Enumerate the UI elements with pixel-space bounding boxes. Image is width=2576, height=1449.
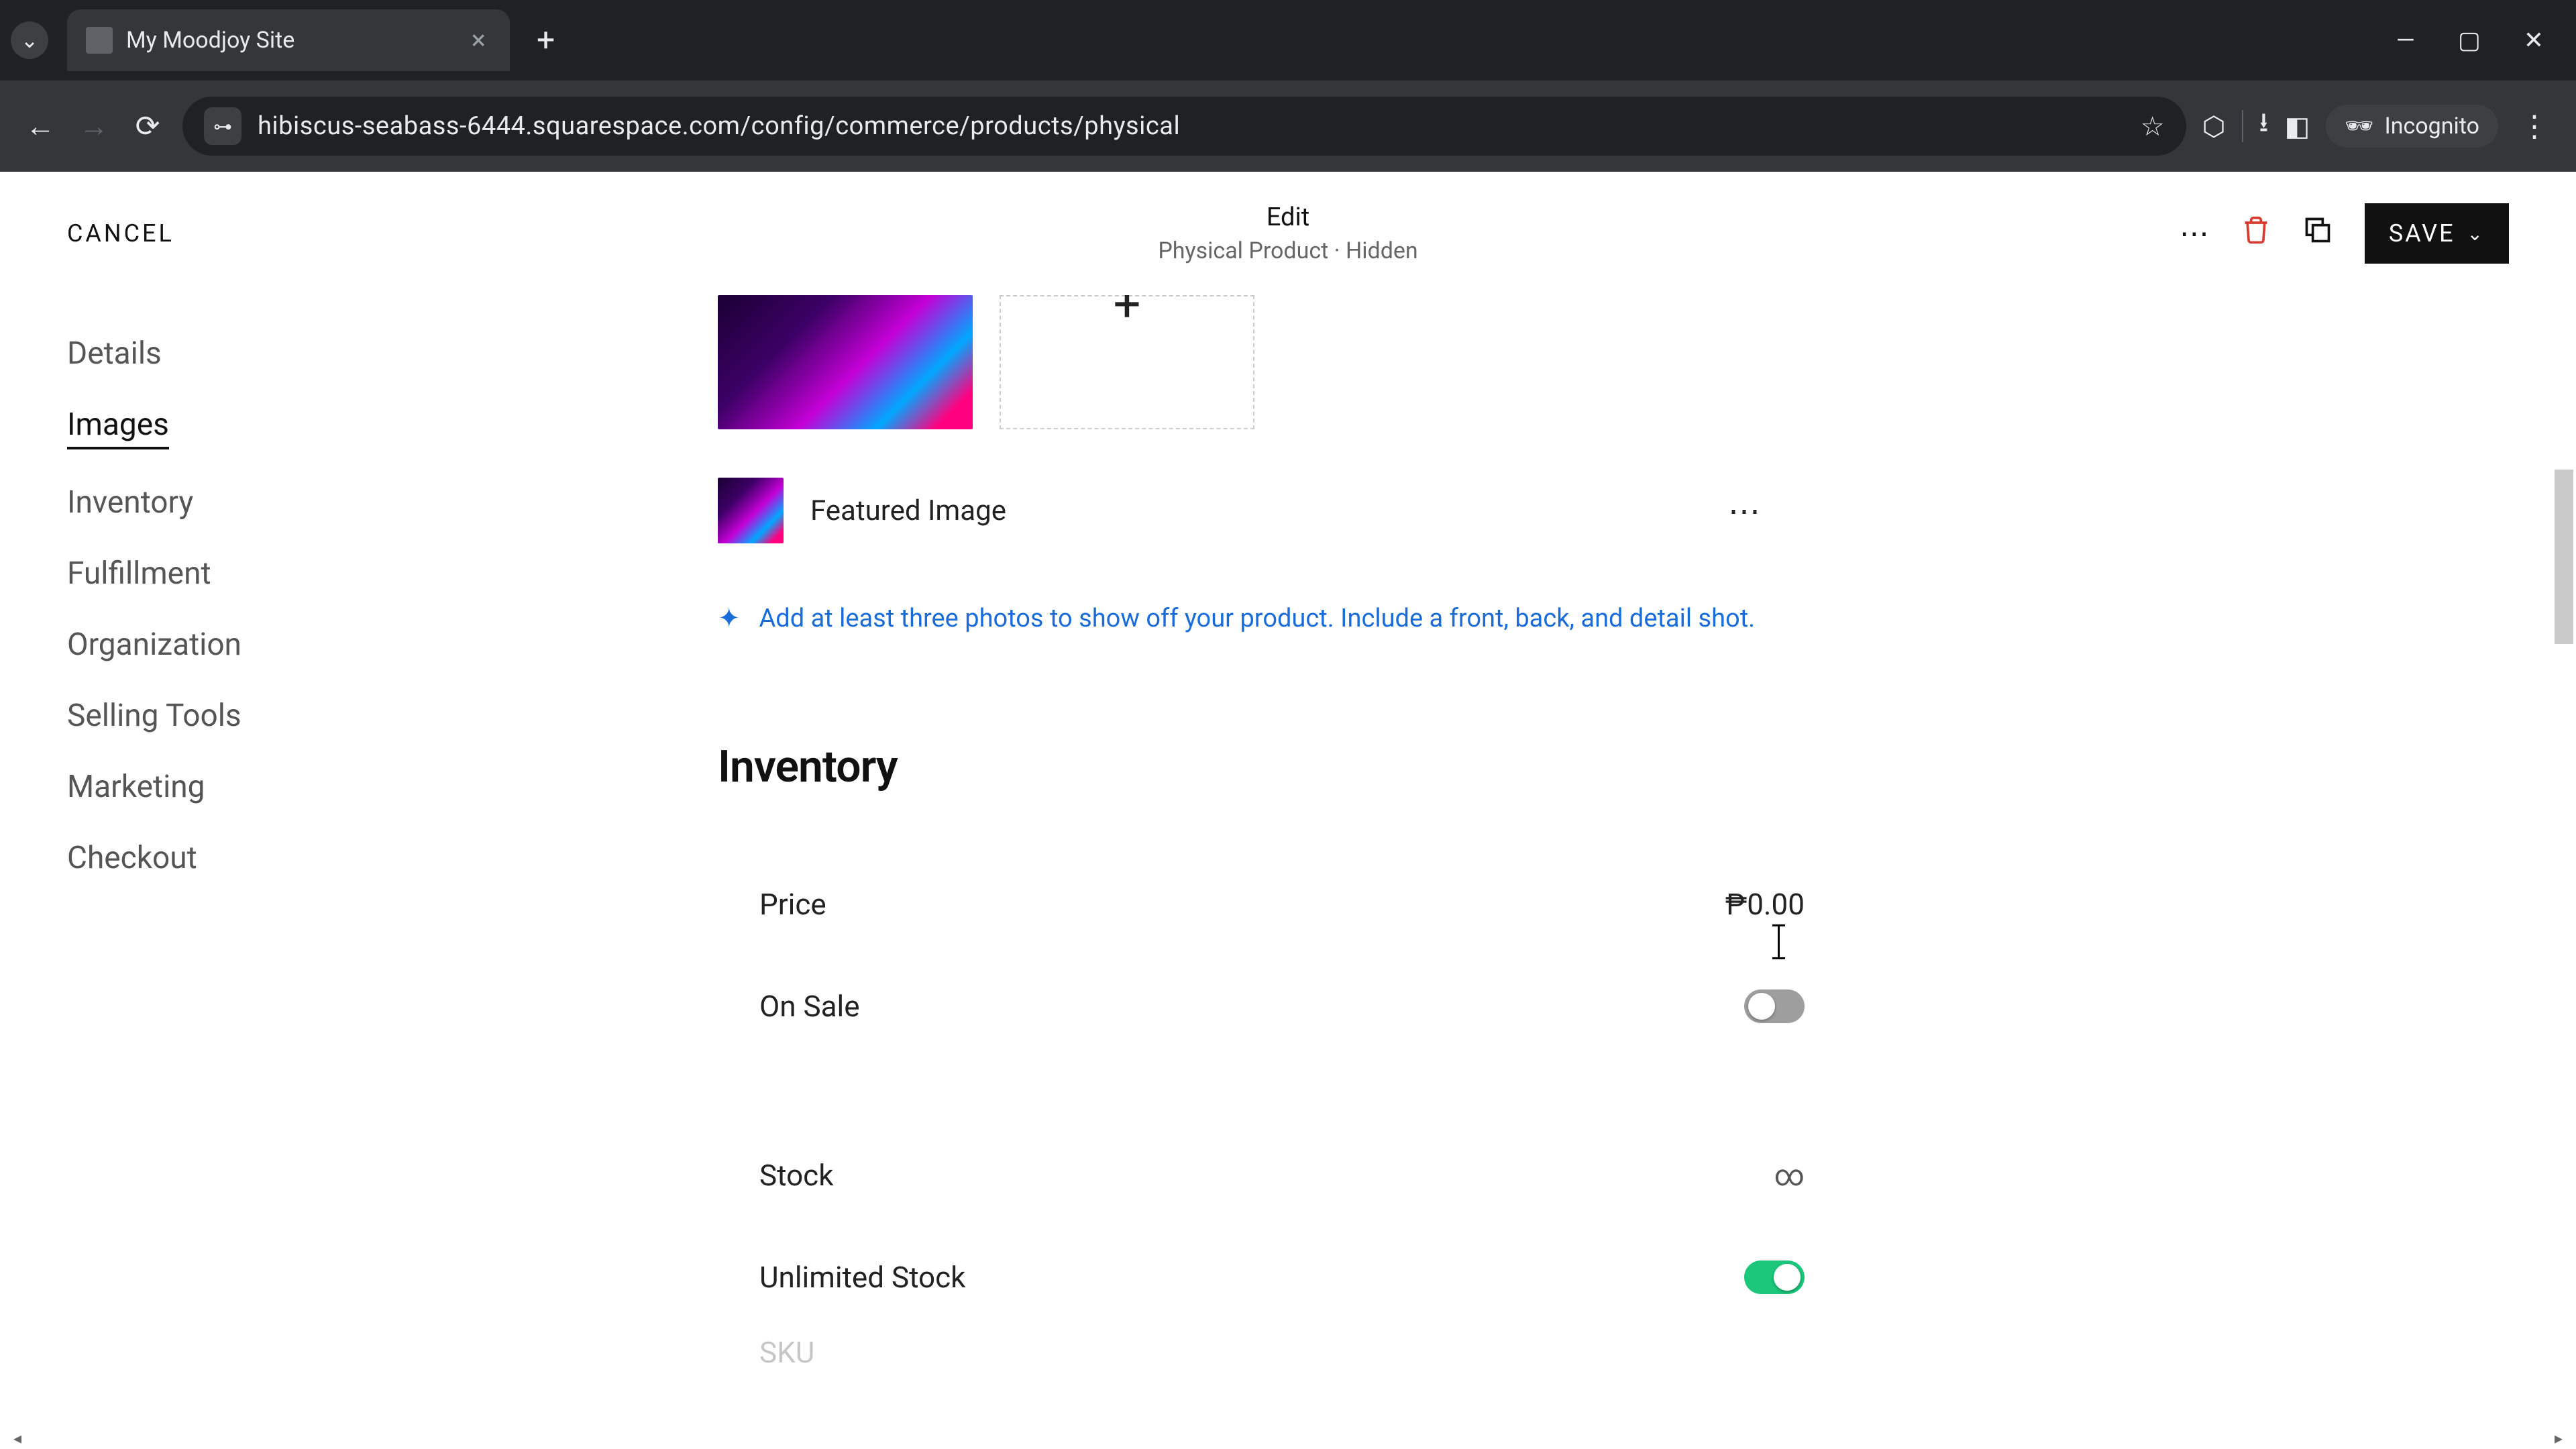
tab-title: My Moodjoy Site bbox=[126, 27, 294, 54]
tab-favicon bbox=[86, 27, 113, 54]
scrollbar-track[interactable] bbox=[2552, 295, 2576, 1428]
stock-label: Stock bbox=[759, 1158, 834, 1193]
sidebar-item-images[interactable]: Images bbox=[67, 407, 169, 449]
bookmark-star-icon[interactable]: ☆ bbox=[2141, 111, 2165, 142]
on-sale-toggle[interactable] bbox=[1744, 989, 1805, 1023]
save-button[interactable]: SAVE ⌄ bbox=[2365, 203, 2509, 264]
browser-chrome: ⌄ My Moodjoy Site × + ― ▢ ✕ ← → ⟳ ⊶ hibi… bbox=[0, 0, 2576, 172]
featured-image-label: Featured Image bbox=[810, 494, 1006, 527]
more-options-icon[interactable]: ⋯ bbox=[2180, 216, 2209, 251]
scrollbar-thumb[interactable] bbox=[2555, 470, 2573, 644]
new-tab-button[interactable]: + bbox=[537, 24, 555, 56]
app-root: CANCEL Edit Physical Product · Hidden ⋯ … bbox=[0, 172, 2576, 1449]
app-body: Details Images Inventory Fulfillment Org… bbox=[0, 295, 2576, 1428]
header-center: Edit Physical Product · Hidden bbox=[1158, 203, 1417, 264]
browser-toolbar: ← → ⟳ ⊶ hibiscus-seabass-6444.squarespac… bbox=[0, 80, 2576, 172]
price-row: Price ₱0.00 bbox=[718, 887, 1805, 922]
chevron-down-icon: ⌄ bbox=[21, 28, 39, 53]
content-area: + Featured Image ⋯ ✦ Add at least three … bbox=[644, 295, 2576, 1428]
incognito-label: Incognito bbox=[2384, 113, 2479, 140]
featured-image-thumb[interactable] bbox=[718, 478, 784, 543]
incognito-indicator[interactable]: 🕶 Incognito bbox=[2326, 105, 2498, 148]
stock-value[interactable]: ∞ bbox=[1774, 1158, 1805, 1193]
back-button[interactable]: ← bbox=[21, 107, 59, 145]
duplicate-icon[interactable] bbox=[2303, 215, 2332, 252]
text-cursor-icon bbox=[1778, 924, 1780, 959]
add-image-button[interactable]: + bbox=[1000, 295, 1254, 429]
tab-close-icon[interactable]: × bbox=[472, 27, 486, 54]
status-right-arrow-icon: ▸ bbox=[2555, 1429, 2563, 1448]
site-info-icon[interactable]: ⊶ bbox=[204, 107, 241, 145]
chevron-down-icon: ⌄ bbox=[2467, 223, 2485, 245]
tab-strip: ⌄ My Moodjoy Site × + ― ▢ ✕ bbox=[0, 0, 2576, 80]
status-bar: ◂ ▸ bbox=[0, 1428, 2576, 1449]
extensions-icon[interactable]: ⬡ bbox=[2202, 111, 2226, 142]
tab-search-dropdown[interactable]: ⌄ bbox=[11, 21, 48, 59]
url-text: hibiscus-seabass-6444.squarespace.com/co… bbox=[258, 111, 1180, 141]
incognito-icon: 🕶 bbox=[2345, 113, 2373, 140]
featured-image-row: Featured Image ⋯ bbox=[718, 478, 1805, 543]
sidebar-item-inventory[interactable]: Inventory bbox=[67, 484, 193, 521]
sku-label-cutoff: SKU bbox=[718, 1335, 1805, 1370]
image-thumbnails: + bbox=[718, 295, 1858, 429]
featured-image-more-icon[interactable]: ⋯ bbox=[1728, 492, 1764, 530]
price-value[interactable]: ₱0.00 bbox=[1725, 887, 1805, 922]
price-label: Price bbox=[759, 887, 826, 922]
reload-button[interactable]: ⟳ bbox=[129, 107, 166, 145]
browser-menu-icon[interactable]: ⋮ bbox=[2514, 109, 2555, 144]
sparkle-icon: ✦ bbox=[718, 602, 741, 634]
forward-button[interactable]: → bbox=[75, 107, 113, 145]
on-sale-label: On Sale bbox=[759, 989, 860, 1024]
sidebar-item-organization[interactable]: Organization bbox=[67, 627, 241, 663]
sidebar-item-fulfillment[interactable]: Fulfillment bbox=[67, 555, 211, 592]
plus-icon: + bbox=[1114, 295, 1141, 329]
app-header: CANCEL Edit Physical Product · Hidden ⋯ … bbox=[0, 172, 2576, 295]
toolbar-separator bbox=[2242, 110, 2243, 142]
sidebar-item-marketing[interactable]: Marketing bbox=[67, 769, 205, 805]
image-hint-text[interactable]: Add at least three photos to show off yo… bbox=[759, 604, 1756, 633]
sidebar-item-checkout[interactable]: Checkout bbox=[67, 840, 197, 876]
header-actions: ⋯ SAVE ⌄ bbox=[2180, 203, 2509, 264]
image-hint: ✦ Add at least three photos to show off … bbox=[718, 602, 1858, 634]
cancel-button[interactable]: CANCEL bbox=[67, 219, 174, 248]
on-sale-row: On Sale bbox=[718, 989, 1805, 1024]
unlimited-stock-row: Unlimited Stock bbox=[718, 1260, 1805, 1295]
close-window-icon[interactable]: ✕ bbox=[2524, 26, 2544, 54]
unlimited-stock-toggle[interactable] bbox=[1744, 1260, 1805, 1294]
inventory-section-title: Inventory bbox=[718, 741, 1858, 793]
address-bar[interactable]: ⊶ hibiscus-seabass-6444.squarespace.com/… bbox=[182, 97, 2186, 156]
browser-tab[interactable]: My Moodjoy Site × bbox=[67, 9, 510, 71]
minimize-icon[interactable]: ― bbox=[2396, 26, 2415, 54]
unlimited-stock-label: Unlimited Stock bbox=[759, 1260, 965, 1295]
side-panel-icon[interactable]: ◧ bbox=[2285, 111, 2310, 142]
status-left-arrow-icon: ◂ bbox=[13, 1429, 21, 1448]
product-image-thumb[interactable] bbox=[718, 295, 973, 429]
sidebar-item-details[interactable]: Details bbox=[67, 335, 162, 372]
trash-icon[interactable] bbox=[2241, 215, 2271, 252]
sidebar-item-selling-tools[interactable]: Selling Tools bbox=[67, 698, 241, 734]
sidebar-nav: Details Images Inventory Fulfillment Org… bbox=[0, 295, 644, 1428]
window-controls: ― ▢ ✕ bbox=[2396, 26, 2576, 54]
page-subtitle: Physical Product · Hidden bbox=[1158, 237, 1417, 264]
save-label: SAVE bbox=[2389, 219, 2455, 248]
stock-row: Stock ∞ bbox=[718, 1158, 1805, 1193]
downloads-icon[interactable]: ⭳ bbox=[2259, 103, 2269, 149]
maximize-icon[interactable]: ▢ bbox=[2458, 26, 2481, 54]
page-title: Edit bbox=[1158, 203, 1417, 232]
